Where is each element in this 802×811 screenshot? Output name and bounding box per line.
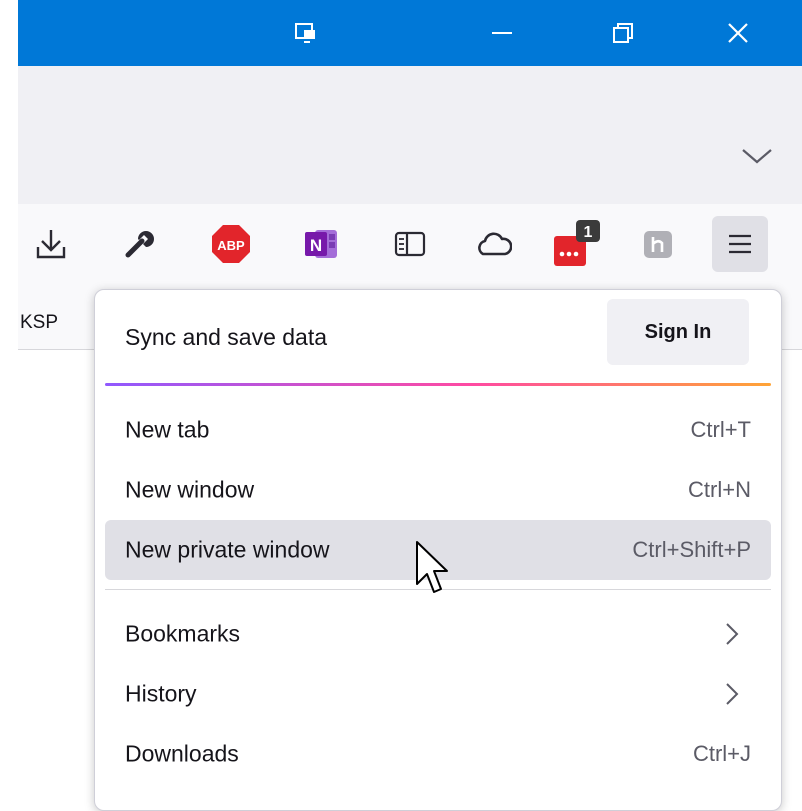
menu-item-shortcut: Ctrl+J [692, 741, 751, 766]
bookmark-item-ksp[interactable]: KSP [20, 312, 58, 334]
minimize-icon [492, 32, 512, 34]
menu-item-new-window[interactable]: New window Ctrl+N [105, 460, 771, 520]
onenote-text: N [310, 236, 322, 255]
menu-item-new-tab[interactable]: New tab Ctrl+T [105, 400, 771, 460]
reader-view-icon [394, 231, 426, 257]
adblock-icon: ABP [212, 225, 250, 263]
close-window-button[interactable] [688, 0, 788, 66]
menu-item-label: History [125, 680, 197, 707]
wrench-icon [125, 231, 154, 258]
grey-extension-icon [644, 231, 672, 258]
menu-item-shortcut: Ctrl+T [690, 417, 752, 442]
menu-item-label: New window [125, 476, 255, 503]
menu-item-bookmarks[interactable]: Bookmarks [105, 604, 771, 664]
badge-extension-button[interactable]: 1 [546, 216, 602, 272]
restore-button[interactable] [573, 0, 673, 66]
extension-badge-icon: 1 [554, 220, 600, 266]
extension-badge-count: 1 [584, 224, 593, 241]
account-gradient-separator [105, 383, 771, 386]
menu-item-history[interactable]: History [105, 664, 771, 724]
window-titlebar [18, 0, 802, 66]
restore-icon [613, 23, 633, 43]
onenote-clipper-button[interactable]: N [293, 216, 349, 272]
downloads-button[interactable] [23, 216, 79, 272]
menu-item-label: Bookmarks [125, 620, 241, 647]
chevron-right-icon [726, 623, 739, 645]
cloud-extension-button[interactable] [466, 216, 522, 272]
sign-in-button[interactable]: Sign In [607, 299, 749, 365]
close-icon [728, 23, 748, 43]
reader-view-button[interactable] [382, 216, 438, 272]
menu-item-downloads[interactable]: Downloads Ctrl+J [105, 724, 771, 784]
grey-extension-button[interactable] [630, 216, 686, 272]
menu-item-shortcut: Ctrl+Shift+P [632, 537, 751, 562]
menu-item-label: New private window [125, 536, 330, 563]
picture-in-picture-icon [295, 23, 315, 43]
adblock-plus-button[interactable]: ABP [203, 216, 259, 272]
picture-in-picture-button[interactable] [256, 0, 356, 66]
sync-title: Sync and save data [125, 324, 328, 350]
developer-tools-button[interactable] [111, 216, 167, 272]
menu-item-label: New tab [125, 416, 210, 443]
menu-item-shortcut: Ctrl+N [688, 477, 751, 502]
tab-strip [18, 66, 802, 204]
hamburger-menu-icon [729, 234, 751, 254]
download-icon [36, 230, 66, 259]
minimize-button[interactable] [452, 0, 552, 66]
app-menu-button[interactable] [712, 216, 768, 272]
menu-item-label: Downloads [125, 740, 239, 767]
onenote-icon: N [305, 230, 337, 258]
chevron-down-icon [742, 149, 772, 164]
mouse-cursor-icon [416, 541, 448, 593]
list-all-tabs-button[interactable] [740, 144, 774, 173]
cloud-icon [478, 232, 512, 256]
abp-text: ABP [217, 238, 245, 253]
chevron-right-icon [726, 683, 739, 705]
